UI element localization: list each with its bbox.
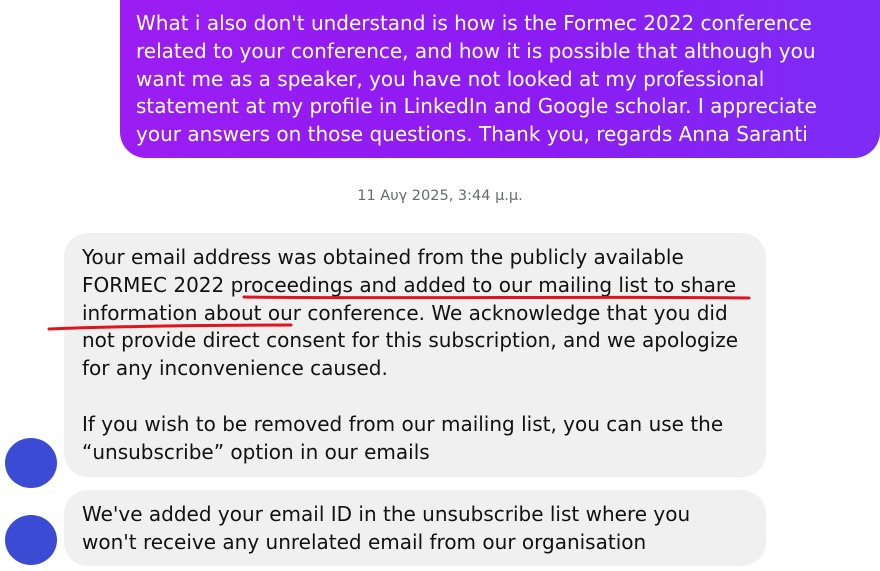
incoming-message-bubble[interactable]: Your email address was obtained from the… bbox=[64, 233, 766, 477]
incoming-message-bubble[interactable]: We've added your email ID in the unsubsc… bbox=[64, 490, 766, 566]
incoming-message-text: We've added your email ID in the unsubsc… bbox=[82, 502, 691, 554]
outgoing-message-bubble[interactable]: What i also don't understand is how is t… bbox=[120, 0, 880, 158]
message-timestamp: 11 Αυγ 2025, 3:44 μ.μ. bbox=[357, 188, 523, 204]
sender-avatar[interactable] bbox=[5, 438, 57, 488]
incoming-message-paragraph: If you wish to be removed from our maili… bbox=[82, 411, 724, 464]
sender-avatar[interactable] bbox=[5, 515, 57, 565]
incoming-message-paragraph: Your email address was obtained from the… bbox=[82, 245, 739, 381]
outgoing-message-text: What i also don't understand is how is t… bbox=[136, 11, 817, 147]
